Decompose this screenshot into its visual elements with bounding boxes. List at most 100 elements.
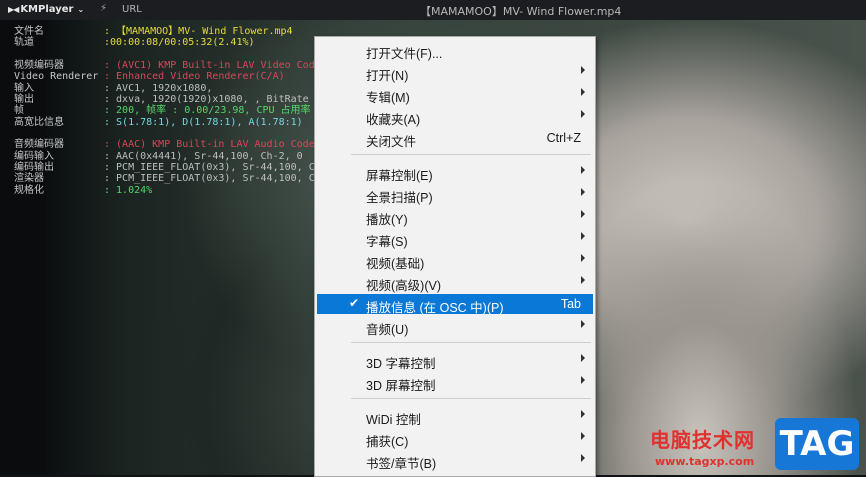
menu-item-capture[interactable]: 捕获(C) xyxy=(317,428,593,449)
info-label: 轨道 xyxy=(14,37,34,49)
info-gap xyxy=(14,49,321,60)
submenu-arrow-icon xyxy=(581,410,585,418)
submenu-arrow-icon xyxy=(581,454,585,462)
info-value: : 1.024% xyxy=(104,184,153,196)
menu-separator xyxy=(351,398,591,399)
menu-item-video-basic[interactable]: 视频(基础) xyxy=(317,250,593,271)
submenu-arrow-icon xyxy=(581,254,585,262)
menu-item-favorites[interactable]: 收藏夹(A) xyxy=(317,106,593,127)
watermark-url: www.tagxp.com xyxy=(655,455,755,468)
title-bar: ▶◀ KMPlayer ⌄ ⚡ URL 【MAMAMOO】MV- Wind Fl… xyxy=(0,0,866,20)
menu-item-shortcut: Ctrl+Z xyxy=(546,131,581,145)
submenu-arrow-icon xyxy=(581,188,585,196)
info-row: 帧: 200, 帧率 : 0.00/23.98, CPU 占用率 xyxy=(14,105,321,116)
menu-item-label: 字幕(S) xyxy=(366,235,408,249)
info-row: 音频编码器 : (AAC) KMP Built-in LAV Audio Code xyxy=(14,139,321,150)
menu-item-playback-info[interactable]: ✔ 播放信息 (在 OSC 中)(P) Tab xyxy=(317,294,593,315)
menu-item-subtitles[interactable]: 字幕(S) xyxy=(317,228,593,249)
info-row: 渲染器 : PCM_IEEE_FLOAT(0x3), Sr-44,100, C xyxy=(14,173,321,184)
menu-item-open-file[interactable]: 打开文件(F)... xyxy=(317,40,593,61)
info-label: Video Renderer xyxy=(14,71,99,83)
kmplayer-logo-icon: ▶◀ xyxy=(8,5,19,14)
menu-item-playback[interactable]: 播放(Y) xyxy=(317,206,593,227)
info-row: 高宽比信息 : S(1.78:1), D(1.78:1), A(1.78:1) xyxy=(14,117,321,128)
info-label: 规格化 xyxy=(14,184,44,196)
submenu-arrow-icon xyxy=(581,276,585,284)
menu-item-label: 打开文件(F)... xyxy=(366,47,443,61)
menu-item-label: 打开(N) xyxy=(366,69,409,83)
chevron-down-icon[interactable]: ⌄ xyxy=(77,5,84,14)
menu-item-shortcut: Tab xyxy=(560,297,581,311)
info-value: : AVC1, 1920x1080, xyxy=(104,82,213,94)
submenu-arrow-icon xyxy=(581,166,585,174)
info-row: Video Renderer : Enhanced Video Renderer(… xyxy=(14,71,321,82)
menu-item-widi-control[interactable]: WiDi 控制 xyxy=(317,406,593,427)
submenu-arrow-icon xyxy=(581,376,585,384)
menu-item-pan-scan[interactable]: 全景扫描(P) xyxy=(317,184,593,205)
info-value: : (AAC) KMP Built-in LAV Audio Code xyxy=(104,139,315,151)
menu-item-3d-subtitle-control[interactable]: 3D 字幕控制 xyxy=(317,350,593,371)
menu-item-video-advanced[interactable]: 视频(高级)(V) xyxy=(317,272,593,293)
info-row: 编码输入: AAC(0x4441), Sr-44,100, Ch-2, 0 xyxy=(14,151,321,162)
submenu-arrow-icon xyxy=(581,432,585,440)
info-label: 输入 xyxy=(14,82,34,94)
info-value: : PCM_IEEE_FLOAT(0x3), Sr-44,100, C xyxy=(104,173,315,185)
context-menu[interactable]: 打开文件(F)... 打开(N) 专辑(M) 收藏夹(A) 关闭文件 Ctrl+Z 屏幕控制… xyxy=(314,36,596,477)
info-row: 文件名 : 【MAMAMOO】MV- Wind Flower.mp4 xyxy=(14,26,321,37)
info-row: 视频编码器: (AVC1) KMP Built-in LAV Video Cod… xyxy=(14,60,321,71)
kmplayer-logo[interactable]: ▶◀ KMPlayer ⌄ xyxy=(8,4,84,15)
menu-item-label: 收藏夹(A) xyxy=(366,113,421,127)
menu-item-label: 播放信息 (在 OSC 中)(P) xyxy=(366,301,504,315)
window-title: 【MAMAMOO】MV- Wind Flower.mp4 xyxy=(420,5,622,18)
info-value: : PCM_IEEE_FLOAT(0x3), Sr-44,100, C xyxy=(104,162,315,174)
menu-item-label: 屏幕控制(E) xyxy=(366,169,433,183)
menu-item-3d-screen-control[interactable]: 3D 屏幕控制 xyxy=(317,372,593,393)
info-row: 输入 : AVC1, 1920x1080, xyxy=(14,83,321,94)
info-row: 轨道 :00:00:08/00:05:32(2.41%) xyxy=(14,37,321,48)
menu-item-label: 书签/章节(B) xyxy=(366,457,437,471)
menu-separator xyxy=(351,154,591,155)
url-button[interactable]: URL xyxy=(122,4,142,15)
info-label: 高宽比信息 xyxy=(14,116,64,128)
menu-item-open[interactable]: 打开(N) xyxy=(317,62,593,83)
info-label: 编码输入 xyxy=(14,150,54,162)
submenu-arrow-icon xyxy=(581,210,585,218)
watermark-site-name: 电脑技术网 xyxy=(650,428,755,452)
info-value: : (AVC1) KMP Built-in LAV Video Code xyxy=(104,59,321,71)
menu-item-label: 播放(Y) xyxy=(366,213,408,227)
info-label: 输出 xyxy=(14,94,34,106)
info-value: : 【MAMAMOO】MV- Wind Flower.mp4 xyxy=(104,26,293,37)
menu-item-label: 视频(高级)(V) xyxy=(366,279,441,293)
submenu-arrow-icon xyxy=(581,320,585,328)
menu-item-label: 3D 屏幕控制 xyxy=(366,379,436,393)
info-row: 规格化 : 1.024% xyxy=(14,185,321,196)
info-value: : Enhanced Video Renderer(C/A) xyxy=(104,71,285,83)
info-label: 编码输出 xyxy=(14,162,54,174)
submenu-arrow-icon xyxy=(581,110,585,118)
menu-item-label: 专辑(M) xyxy=(366,91,410,105)
watermark-tag-logo: TAG xyxy=(775,418,859,470)
menu-item-audio[interactable]: 音频(U) xyxy=(317,316,593,337)
info-gap xyxy=(14,128,321,139)
info-value: : S(1.78:1), D(1.78:1), A(1.78:1) xyxy=(104,116,303,128)
submenu-arrow-icon xyxy=(581,66,585,74)
info-label: 音频编码器 xyxy=(14,139,64,151)
info-label: 帧 xyxy=(14,105,24,117)
menu-item-label: 全景扫描(P) xyxy=(366,191,433,205)
menu-item-close-file[interactable]: 关闭文件 Ctrl+Z xyxy=(317,128,593,149)
menu-item-bookmarks-chapters[interactable]: 书签/章节(B) xyxy=(317,450,593,471)
playback-info-osd: 文件名 : 【MAMAMOO】MV- Wind Flower.mp4 轨道 :00:0… xyxy=(14,26,321,196)
info-label: 文件名 xyxy=(14,26,44,37)
menu-item-album[interactable]: 专辑(M) xyxy=(317,84,593,105)
info-row: 输出: dxva, 1920(1920)x1080, , BitRate xyxy=(14,94,321,105)
info-label: 渲染器 xyxy=(14,173,44,185)
menu-separator xyxy=(351,342,591,343)
info-value: :00:00:08/00:05:32(2.41%) xyxy=(104,37,255,49)
lightning-icon[interactable]: ⚡ xyxy=(100,3,107,14)
checkmark-icon: ✔ xyxy=(349,296,360,310)
menu-item-screen-control[interactable]: 屏幕控制(E) xyxy=(317,162,593,183)
submenu-arrow-icon xyxy=(581,354,585,362)
info-row: 编码输出 : PCM_IEEE_FLOAT(0x3), Sr-44,100, C xyxy=(14,162,321,173)
submenu-arrow-icon xyxy=(581,88,585,96)
menu-item-label: 视频(基础) xyxy=(366,257,425,271)
